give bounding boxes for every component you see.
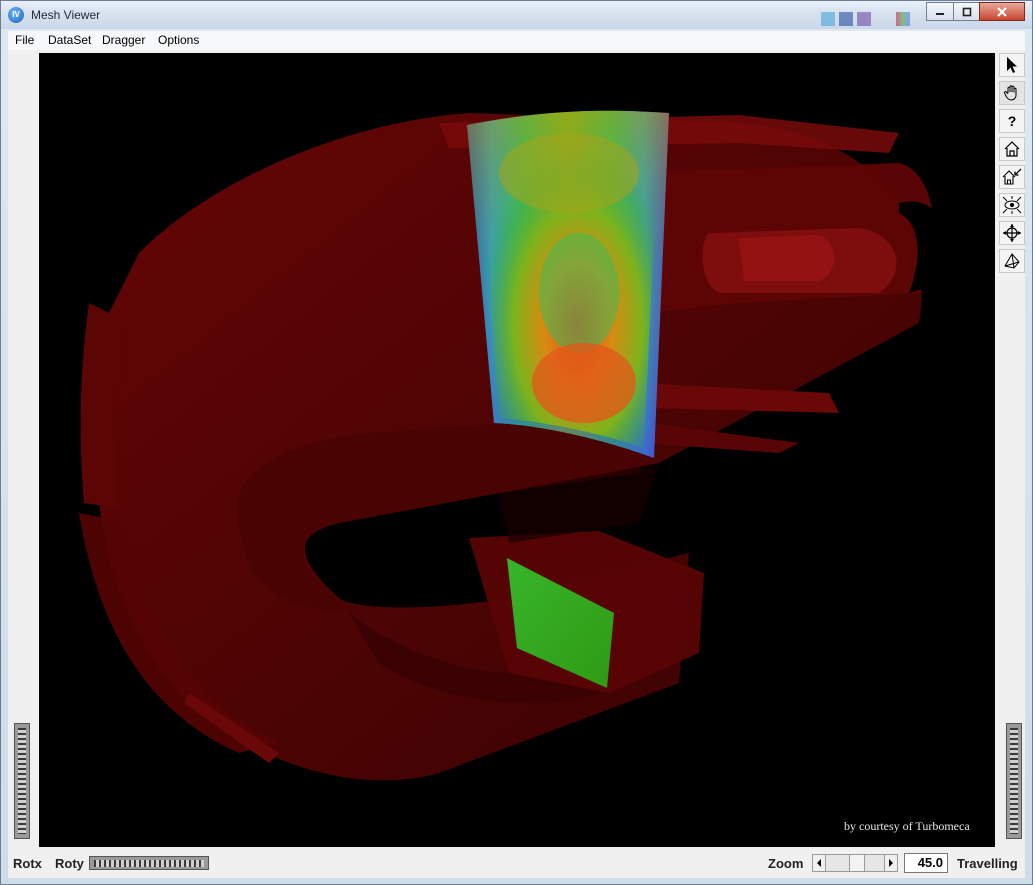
window-title: Mesh Viewer [31, 8, 101, 22]
seek-icon [1003, 224, 1021, 242]
zoom-label: Zoom [768, 856, 804, 871]
app-logo-icon: IV [8, 7, 24, 23]
help-button[interactable]: ? [999, 109, 1025, 133]
menu-dataset[interactable]: DataSet [48, 33, 91, 47]
outlet-duct-core [739, 235, 834, 281]
roty-thumbwheel-grip [94, 860, 204, 867]
menu-file[interactable]: File [15, 33, 34, 47]
arrow-left-icon [817, 859, 821, 867]
title-bar[interactable]: IV Mesh Viewer [1, 1, 1032, 29]
view-all-button[interactable] [999, 193, 1025, 217]
mesh-scene [79, 110, 949, 781]
rotx-label: Rotx [13, 856, 42, 871]
help-icon: ? [1007, 113, 1017, 129]
zoom-increase-button[interactable] [884, 854, 898, 872]
home-icon [1004, 141, 1020, 157]
background-window-icon [896, 12, 910, 26]
color-map-peak [532, 343, 636, 423]
set-home-icon [1002, 168, 1022, 185]
seek-button[interactable] [999, 221, 1025, 245]
view-all-icon [1002, 196, 1022, 214]
background-window-icon [857, 12, 871, 26]
maximize-icon [962, 7, 971, 17]
background-window-icon [821, 12, 835, 26]
hand-icon [1003, 85, 1017, 101]
background-window-icon [839, 12, 853, 26]
zoom-decrease-button[interactable] [812, 854, 826, 872]
select-arrow-icon [1007, 57, 1017, 73]
perspective-toggle-button[interactable] [999, 249, 1025, 273]
view-mode-button[interactable] [999, 81, 1025, 105]
perspective-icon [1004, 253, 1020, 269]
minimize-button[interactable] [926, 2, 954, 21]
menu-options[interactable]: Options [158, 33, 199, 47]
maximize-button[interactable] [953, 2, 980, 21]
application-window: IV Mesh Viewer File DataSet Dragger Opti… [0, 0, 1033, 885]
zoom-value-field[interactable]: 45.0 [904, 853, 948, 873]
close-button[interactable] [979, 2, 1025, 21]
roty-label: Roty [55, 856, 84, 871]
set-home-button[interactable] [999, 165, 1025, 189]
rotx-thumbwheel-grip [18, 728, 26, 834]
select-mode-button[interactable] [999, 53, 1025, 77]
dolly-thumbwheel-grip [1010, 728, 1018, 834]
dolly-thumbwheel[interactable] [1006, 723, 1022, 839]
arrow-right-icon [889, 859, 893, 867]
3d-viewport[interactable]: by courtesy of Turbomeca [39, 53, 995, 847]
color-map-top-zone [499, 133, 639, 213]
travelling-label: Travelling [957, 856, 1018, 871]
roty-thumbwheel[interactable] [89, 856, 209, 870]
menu-dragger[interactable]: Dragger [102, 33, 145, 47]
rotx-thumbwheel[interactable] [14, 723, 30, 839]
color-map-waist [539, 233, 619, 353]
home-button[interactable] [999, 137, 1025, 161]
minimize-icon [936, 13, 944, 15]
menu-bar: File DataSet Dragger Options [8, 31, 1025, 51]
zoom-slider-thumb[interactable] [849, 854, 865, 872]
close-icon [997, 7, 1007, 17]
courtesy-caption: by courtesy of Turbomeca [844, 819, 970, 833]
